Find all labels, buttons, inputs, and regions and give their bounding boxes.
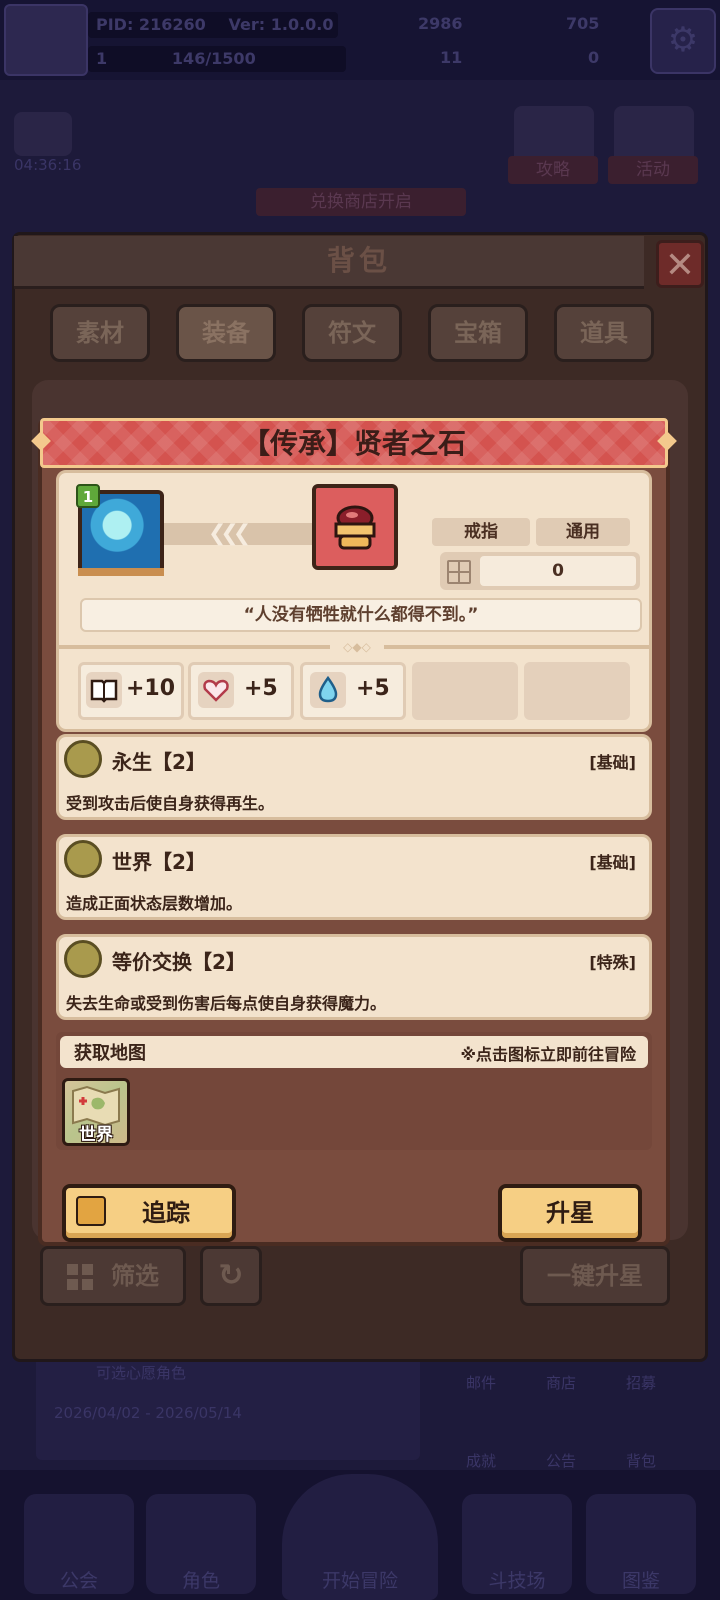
stat-value-2: +5: [244, 676, 278, 701]
book-icon: [86, 672, 122, 708]
effect-type-1: [基础]: [589, 753, 636, 772]
type-tag: 戒指: [432, 518, 530, 546]
bag-tab-equipment[interactable]: 装备: [176, 304, 276, 362]
nav-character-label: 角色: [181, 1570, 220, 1592]
level-text: 1: [96, 49, 108, 68]
sage-stone-ring-icon: [312, 484, 398, 570]
stat-value-3: +5: [356, 676, 390, 701]
bag-title: 背包: [326, 244, 391, 277]
pid-row: PID: 216260 Ver: 1.0.0.0: [88, 12, 338, 38]
shop-notice: 兑换商店开启: [256, 188, 466, 216]
left-arrows-icon: ❮❮❮: [164, 523, 312, 545]
grid-icon: [67, 1264, 93, 1290]
side-menu-achievement[interactable]: 成就: [466, 1450, 496, 1471]
effect-name-2: 世界【2】: [112, 850, 206, 874]
acquire-map-title: 获取地图: [74, 1043, 146, 1064]
effect-name-3: 等价交换【2】: [112, 950, 246, 974]
pid-text: PID: 216260: [96, 15, 206, 34]
currency-a: 2986: [418, 14, 463, 33]
heart-svg: [203, 679, 229, 702]
count-value: 0: [480, 556, 636, 586]
effect-type-3: [特殊]: [589, 953, 636, 972]
event-label: 活动: [608, 156, 698, 184]
player-avatar[interactable]: [4, 4, 88, 76]
currency-d: 0: [588, 48, 600, 67]
version-text: Ver: 1.0.0.0: [228, 15, 334, 34]
guide-label: 攻略: [508, 156, 598, 184]
timer-text: 04:36:16: [14, 156, 82, 174]
effect-leaf-icon: [64, 740, 102, 778]
effect-desc-1: 受到攻击后使自身获得再生。: [66, 794, 275, 813]
exp-bar: 1 146/1500: [88, 46, 346, 72]
effect-type-2: [基础]: [589, 853, 636, 872]
item-title: 【传承】贤者之石: [241, 427, 466, 460]
item-quote: “人没有牺牲就什么都得不到。”: [80, 598, 642, 632]
world-map-label: 世界: [79, 1125, 113, 1145]
heart-icon: [198, 672, 234, 708]
slot-icon: [447, 560, 471, 584]
side-menu-bag[interactable]: 背包: [626, 1450, 656, 1471]
side-menu-mail[interactable]: 邮件: [466, 1372, 496, 1393]
exp-text: 146/1500: [171, 49, 256, 68]
drop-svg: [318, 675, 338, 703]
book-svg: [90, 679, 118, 703]
level-badge: 1: [76, 484, 100, 508]
nav-guild-label: 公会: [59, 1570, 98, 1592]
settings-gear-icon[interactable]: ⚙: [650, 8, 716, 74]
bag-tab-materials[interactable]: 素材: [50, 304, 150, 362]
ring-svg: [334, 505, 376, 550]
bag-tab-chests[interactable]: 宝箱: [428, 304, 528, 362]
currency-c: 11: [440, 48, 463, 67]
side-menu-notice[interactable]: 公告: [546, 1450, 576, 1471]
effect-name-1: 永生【2】: [112, 750, 206, 774]
filter-button[interactable]: 筛选: [40, 1246, 186, 1306]
side-menu-shop[interactable]: 商店: [546, 1372, 576, 1393]
gift-icon[interactable]: [14, 112, 72, 156]
water-drop-icon: [310, 672, 346, 708]
acquire-map-hint: ※点击图标立即前往冒险: [460, 1045, 636, 1064]
nav-codex-label: 图鉴: [621, 1570, 660, 1592]
thumbs-up-icon: [76, 1196, 106, 1226]
filter-label: 筛选: [111, 1262, 159, 1290]
stat-slot-empty-2: [524, 662, 630, 720]
effect-exchange-icon: [64, 940, 102, 978]
stat-value-1: +10: [126, 676, 176, 701]
side-menu-recruit[interactable]: 招募: [626, 1372, 656, 1393]
currency-b: 705: [566, 14, 600, 33]
bag-close-icon[interactable]: ✕: [656, 240, 704, 288]
portrait-base: [78, 568, 164, 576]
track-label: 追踪: [142, 1199, 190, 1227]
effect-desc-2: 造成正面状态层数增加。: [66, 894, 243, 913]
stat-slot-empty-1: [412, 662, 518, 720]
bag-tab-runes[interactable]: 符文: [302, 304, 402, 362]
banner-subtitle: 可选心愿角色: [96, 1364, 187, 1382]
banner-dates: 2026/04/02 - 2026/05/14: [54, 1404, 242, 1422]
refresh-icon[interactable]: ↻: [200, 1246, 262, 1306]
effect-desc-3: 失去生命或受到伤害后每点使自身获得魔力。: [66, 994, 387, 1013]
upgrade-all-button[interactable]: 一键升星: [520, 1246, 670, 1306]
effect-world-icon: [64, 840, 102, 878]
bag-tab-items[interactable]: 道具: [554, 304, 654, 362]
divider-ornament: ◇◆◇: [330, 639, 384, 655]
usage-tag: 通用: [536, 518, 630, 546]
nav-start-adventure-label: 开始冒险: [321, 1570, 398, 1592]
star-up-button[interactable]: 升星: [498, 1184, 642, 1242]
nav-arena-label: 斗技场: [488, 1570, 546, 1592]
